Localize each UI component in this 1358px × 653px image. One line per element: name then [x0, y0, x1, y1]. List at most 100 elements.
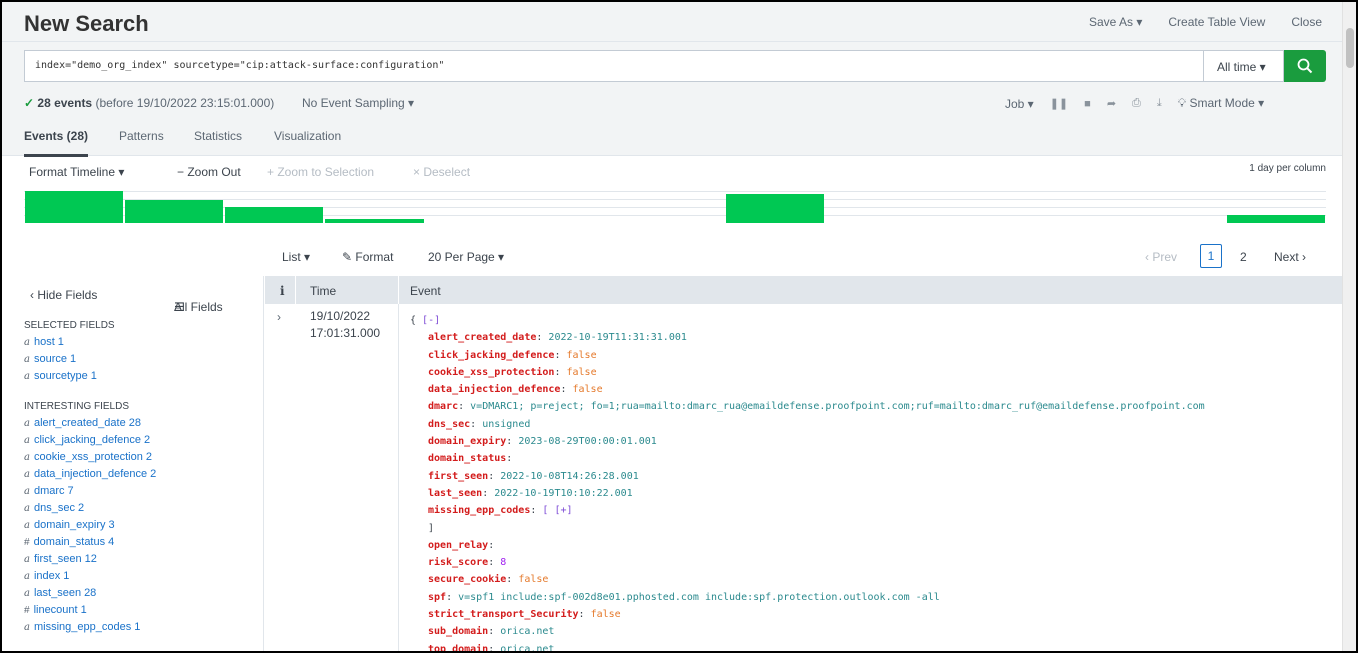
- timeline-bar[interactable]: [125, 199, 224, 223]
- list-view-menu[interactable]: List ▾: [282, 250, 310, 264]
- event-field-value[interactable]: false: [573, 384, 603, 395]
- event-field-value[interactable]: unsigned: [482, 419, 530, 430]
- zoom-out-button[interactable]: − Zoom Out: [177, 165, 241, 179]
- event-sampling-menu[interactable]: No Event Sampling ▾: [302, 96, 414, 110]
- page-1-button[interactable]: 1: [1200, 244, 1222, 268]
- timeline-chart[interactable]: [24, 191, 1326, 223]
- search-input[interactable]: index="demo_org_index" sourcetype="cip:a…: [24, 50, 1204, 82]
- event-field-key[interactable]: dmarc: [428, 401, 458, 412]
- search-mode-menu[interactable]: 💡︎ Smart Mode ▾: [1178, 96, 1264, 111]
- event-field-value[interactable]: v=DMARC1; p=reject; fo=1;rua=mailto:dmar…: [470, 401, 1205, 412]
- hide-fields-button[interactable]: ‹ Hide Fields: [30, 288, 97, 302]
- event-field-key[interactable]: sub_domain: [428, 626, 488, 637]
- event-field-value[interactable]: false: [566, 367, 596, 378]
- field-cookie-xss-protection[interactable]: a cookie_xss_protection 2: [24, 449, 263, 466]
- save-as-menu[interactable]: Save As ▾: [1089, 15, 1142, 29]
- timeline-bar[interactable]: [726, 193, 825, 223]
- event-field-value[interactable]: orica.net: [500, 644, 554, 651]
- event-field-line: spf: v=spf1 include:spf-002d8e01.pphoste…: [428, 591, 940, 603]
- event-field-key[interactable]: secure_cookie: [428, 574, 506, 585]
- event-field-value[interactable]: 2022-10-19T10:10:22.001: [494, 488, 632, 499]
- field-domain-status[interactable]: # domain_status 4: [24, 534, 263, 551]
- event-field-value[interactable]: 2022-10-19T11:31:31.001: [548, 332, 686, 343]
- event-field-key[interactable]: strict_transport_Security: [428, 609, 579, 620]
- field-linecount[interactable]: # linecount 1: [24, 602, 263, 619]
- field-index[interactable]: a index 1: [24, 568, 263, 585]
- field-source[interactable]: a source 1: [24, 351, 263, 368]
- event-field-key[interactable]: top_domain: [428, 644, 488, 651]
- tab-statistics[interactable]: Statistics: [194, 129, 242, 143]
- tab-patterns[interactable]: Patterns: [119, 129, 164, 143]
- job-menu[interactable]: Job ▾: [1005, 97, 1034, 111]
- field-missing-epp-codes[interactable]: a missing_epp_codes 1: [24, 619, 263, 636]
- share-icon[interactable]: ➦: [1107, 97, 1116, 110]
- page-2-button[interactable]: 2: [1240, 250, 1247, 264]
- search-button[interactable]: [1284, 50, 1326, 82]
- field-sourcetype[interactable]: a sourcetype 1: [24, 368, 263, 385]
- event-field-line: dns_sec: unsigned: [428, 418, 531, 430]
- event-field-value[interactable]: false: [566, 350, 596, 361]
- event-field-key[interactable]: last_seen: [428, 488, 482, 499]
- collapse-toggle[interactable]: [-]: [422, 315, 440, 326]
- field-host[interactable]: a host 1: [24, 334, 263, 351]
- event-field-value[interactable]: 8: [500, 557, 506, 568]
- tab-visualization[interactable]: Visualization: [274, 129, 341, 143]
- per-page-menu[interactable]: 20 Per Page ▾: [428, 250, 504, 264]
- zoom-to-selection-button[interactable]: + Zoom to Selection: [267, 165, 374, 179]
- event-field-key[interactable]: spf: [428, 592, 446, 603]
- time-column-header[interactable]: Time: [310, 284, 336, 298]
- expand-row-icon[interactable]: ›: [277, 310, 281, 324]
- field-domain-expiry[interactable]: a domain_expiry 3: [24, 517, 263, 534]
- field-alert-created-date[interactable]: a alert_created_date 28: [24, 415, 263, 432]
- event-field-key[interactable]: click_jacking_defence: [428, 350, 554, 361]
- timeline-bar[interactable]: [225, 207, 324, 223]
- field-last-seen[interactable]: a last_seen 28: [24, 585, 263, 602]
- event-field-line: cookie_xss_protection: false: [428, 366, 597, 378]
- event-field-key[interactable]: alert_created_date: [428, 332, 536, 343]
- event-field-key[interactable]: cookie_xss_protection: [428, 367, 554, 378]
- field-first-seen[interactable]: a first_seen 12: [24, 551, 263, 568]
- search-page: New Search Save As ▾ Create Table View C…: [0, 0, 1358, 653]
- field-dns-sec[interactable]: a dns_sec 2: [24, 500, 263, 517]
- deselect-button[interactable]: × Deselect: [413, 165, 470, 179]
- event-field-key[interactable]: domain_expiry: [428, 436, 506, 447]
- event-field-key[interactable]: domain_status: [428, 453, 506, 464]
- info-column-header: i: [280, 284, 285, 298]
- time-range-picker[interactable]: All time ▾: [1204, 50, 1284, 82]
- stop-icon[interactable]: ■: [1084, 98, 1091, 110]
- event-field-value[interactable]: orica.net: [500, 626, 554, 637]
- event-field-key[interactable]: open_relay: [428, 540, 488, 551]
- event-field-value[interactable]: 2023-08-29T00:00:01.001: [518, 436, 656, 447]
- event-field-key[interactable]: risk_score: [428, 557, 488, 568]
- selected-fields-heading: SELECTED FIELDS: [24, 320, 115, 331]
- scrollbar-thumb[interactable]: [1346, 28, 1354, 68]
- event-field-value[interactable]: 2022-10-08T14:26:28.001: [500, 471, 638, 482]
- close-button[interactable]: Close: [1291, 15, 1322, 29]
- prev-page-link[interactable]: ‹ Prev: [1145, 250, 1177, 264]
- pause-icon[interactable]: ❚❚: [1050, 97, 1068, 110]
- field-dmarc[interactable]: a dmarc 7: [24, 483, 263, 500]
- event-field-key[interactable]: dns_sec: [428, 419, 470, 430]
- event-field-key[interactable]: first_seen: [428, 471, 488, 482]
- search-icon: [1297, 58, 1313, 74]
- create-table-view-button[interactable]: Create Table View: [1168, 15, 1265, 29]
- format-button[interactable]: ✎ Format: [342, 250, 393, 264]
- event-field-value[interactable]: false: [591, 609, 621, 620]
- field-click-jacking-defence[interactable]: a click_jacking_defence 2: [24, 432, 263, 449]
- timeline-bar[interactable]: [25, 191, 124, 223]
- event-field-value[interactable]: v=spf1 include:spf-002d8e01.pphosted.com…: [458, 592, 940, 603]
- format-timeline-menu[interactable]: Format Timeline ▾: [29, 165, 124, 179]
- field-data-injection-defence[interactable]: a data_injection_defence 2: [24, 466, 263, 483]
- tab-events[interactable]: Events (28): [24, 129, 89, 157]
- timeline-bar[interactable]: [1226, 215, 1325, 223]
- event-field-key[interactable]: missing_epp_codes: [428, 505, 530, 516]
- event-field-key[interactable]: data_injection_defence: [428, 384, 560, 395]
- page-title: New Search: [24, 11, 149, 36]
- next-page-link[interactable]: Next ›: [1274, 250, 1306, 264]
- print-icon[interactable]: ⎙: [1132, 97, 1141, 110]
- export-icon[interactable]: ⤓: [1157, 97, 1162, 110]
- timeline-bar[interactable]: [325, 219, 424, 223]
- event-field-value[interactable]: [ [+]: [542, 505, 572, 516]
- event-field-value[interactable]: false: [518, 574, 548, 585]
- page-scrollbar[interactable]: [1342, 2, 1356, 651]
